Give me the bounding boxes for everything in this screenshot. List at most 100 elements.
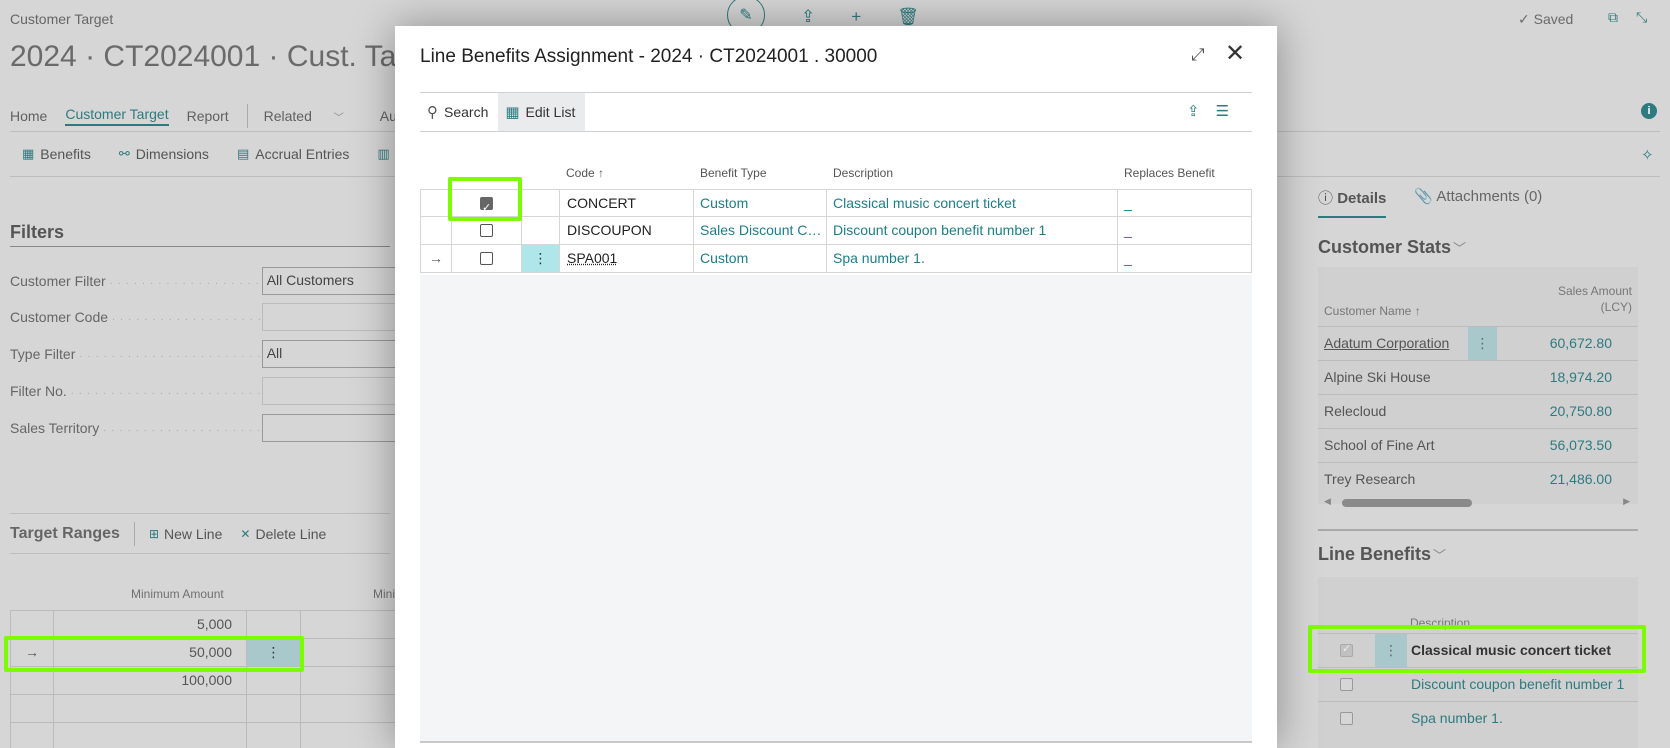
sales-amount[interactable]: 21,486.00 — [1497, 463, 1638, 496]
table-row[interactable]: School of Fine Art 56,073.50 — [1318, 428, 1638, 462]
benefit-checkbox[interactable] — [1318, 702, 1375, 735]
delete-icon[interactable]: 🗑 — [897, 7, 919, 27]
code-cell[interactable]: DISCOUPON — [560, 217, 694, 244]
benefit-type-cell[interactable]: Custom — [694, 190, 827, 216]
col-customer-name[interactable]: Customer Name ↑ — [1324, 304, 1421, 318]
row-actions[interactable] — [1375, 702, 1407, 735]
row-actions[interactable] — [1468, 361, 1497, 394]
customer-stats-heading[interactable]: Customer Stats ﹀ — [1318, 237, 1466, 258]
col-minimum-amount[interactable]: Minimum Amount — [131, 587, 224, 601]
benefit-type-cell[interactable]: Sales Discount Co... — [694, 217, 827, 244]
customer-filter-field[interactable]: All Customers — [261, 267, 400, 295]
table-row[interactable]: CONCERT Custom Classical music concert t… — [420, 189, 1252, 217]
col-code[interactable]: Code ↑ — [566, 166, 604, 180]
assign-checkbox[interactable] — [452, 245, 522, 272]
benefit-checkbox[interactable] — [1318, 668, 1375, 701]
unpin-icon[interactable]: ✧ — [1641, 146, 1654, 164]
row-actions-menu-icon[interactable]: ⋮ — [247, 639, 301, 666]
assign-checkbox[interactable] — [452, 217, 522, 244]
col-minimum-2[interactable]: Mini — [373, 587, 395, 601]
customer-name[interactable]: School of Fine Art — [1318, 429, 1468, 462]
col-sales-amount[interactable]: Sales Amount (LCY) — [1558, 283, 1632, 315]
row-actions[interactable] — [247, 723, 301, 748]
customer-name[interactable]: Alpine Ski House — [1318, 361, 1468, 394]
replaces-benefit-cell[interactable]: _ — [1118, 190, 1252, 216]
expand-icon[interactable]: ⤢ — [1191, 45, 1205, 65]
minimum-amount-cell[interactable]: 5,000 — [54, 611, 247, 638]
table-row[interactable]: → 50,000 ⋮ — [10, 639, 400, 667]
info-icon[interactable]: i — [1641, 103, 1657, 119]
table-row[interactable]: 5,000 — [10, 611, 400, 639]
row-actions-menu-icon[interactable]: ⋮ — [522, 245, 560, 272]
sales-amount[interactable]: 60,672.80 — [1497, 327, 1638, 360]
col-description[interactable]: Description — [1410, 616, 1470, 630]
search-button[interactable]: ⚲ Search — [420, 93, 498, 131]
table-row[interactable]: ⋮ Classical music concert ticket — [1318, 633, 1638, 667]
table-row[interactable]: Trey Research 21,486.00 — [1318, 462, 1638, 496]
row-actions[interactable] — [522, 190, 560, 216]
col-replaces-benefit[interactable]: Replaces Benefit — [1124, 166, 1215, 180]
dimensions-action[interactable]: ⚯ Dimensions — [119, 146, 209, 162]
table-row[interactable] — [10, 695, 400, 723]
customer-name[interactable]: Relecloud — [1318, 395, 1468, 428]
benefit-description[interactable]: Discount coupon benefit number 1 — [1407, 668, 1638, 701]
row-actions[interactable] — [1468, 395, 1497, 428]
filter-no-field[interactable] — [261, 377, 400, 405]
delete-line-button[interactable]: ✕ Delete Line — [240, 526, 326, 542]
replaces-benefit-cell[interactable]: _ — [1118, 245, 1252, 272]
row-actions[interactable] — [522, 217, 560, 244]
new-line-button[interactable]: ⊞ New Line — [149, 526, 222, 542]
row-actions[interactable] — [247, 695, 301, 722]
table-row[interactable]: DISCOUPON Sales Discount Co... Discount … — [420, 217, 1252, 245]
table-row[interactable]: Adatum Corporation ⋮ 60,672.80 — [1318, 326, 1638, 360]
tab-customer-target[interactable]: Customer Target — [65, 106, 169, 126]
tab-attachments[interactable]: 📎 Attachments (0) — [1414, 187, 1542, 218]
scroll-left-icon[interactable]: ◀ — [1324, 496, 1331, 507]
sales-amount[interactable]: 56,073.50 — [1497, 429, 1638, 462]
benefit-description[interactable]: Spa number 1. — [1407, 702, 1638, 735]
minimum-amount-cell[interactable]: 100,000 — [54, 667, 247, 694]
row-actions[interactable] — [247, 611, 301, 638]
row-actions-menu-icon[interactable]: ⋮ — [1468, 327, 1497, 360]
table-row[interactable]: Relecloud 20,750.80 — [1318, 394, 1638, 428]
type-filter-field[interactable]: All — [261, 340, 400, 368]
code-cell[interactable]: CONCERT — [560, 190, 694, 216]
description-cell[interactable]: Spa number 1. — [827, 245, 1118, 272]
tab-related[interactable]: Related ﹀ — [264, 108, 362, 124]
minimum-amount-cell[interactable]: 50,000 — [54, 639, 247, 666]
share-icon[interactable]: ⇪ — [1187, 102, 1200, 120]
edit-list-button[interactable]: ▦ Edit List — [498, 93, 586, 131]
description-cell[interactable]: Classical music concert ticket — [827, 190, 1118, 216]
benefit-checkbox[interactable] — [1318, 634, 1375, 667]
minimum-amount-cell[interactable] — [54, 695, 247, 722]
row-actions[interactable] — [1375, 668, 1407, 701]
benefit-description[interactable]: Classical music concert ticket — [1407, 634, 1638, 667]
customer-code-field[interactable] — [261, 303, 400, 331]
horizontal-scrollbar[interactable]: ◀ ▶ — [1318, 496, 1638, 510]
tab-details[interactable]: ⓘ Details — [1318, 187, 1387, 218]
benefits-action[interactable]: ▦ Benefits — [22, 146, 91, 162]
line-benefits-heading[interactable]: Line Benefits ﹀ — [1318, 544, 1446, 565]
new-icon[interactable]: + — [851, 7, 861, 27]
table-row[interactable]: → ⋮ SPA001 Custom Spa number 1. _ — [420, 245, 1252, 273]
benefit-type-cell[interactable]: Custom — [694, 245, 827, 272]
collapse-icon[interactable]: ⤡ — [1636, 9, 1647, 26]
tab-report[interactable]: Report — [187, 108, 229, 124]
open-new-window-icon[interactable]: ⧉ — [1608, 9, 1618, 26]
minimum-amount-cell[interactable] — [54, 723, 247, 748]
table-row[interactable] — [10, 723, 400, 748]
table-row[interactable]: Spa number 1. — [1318, 701, 1638, 735]
customer-name[interactable]: Trey Research — [1318, 463, 1468, 496]
tab-home[interactable]: Home — [10, 108, 47, 124]
close-icon[interactable]: ✕ — [1225, 39, 1245, 68]
row-actions[interactable] — [1468, 429, 1497, 462]
customer-name-link[interactable]: Adatum Corporation — [1318, 327, 1468, 360]
sales-amount[interactable]: 20,750.80 — [1497, 395, 1638, 428]
scrollbar-thumb[interactable] — [1342, 499, 1472, 507]
row-actions-menu-icon[interactable]: ⋮ — [1375, 634, 1407, 667]
accrual-entries-action[interactable]: ▤ Accrual Entries — [237, 146, 349, 162]
code-cell[interactable]: SPA001 — [560, 245, 694, 272]
table-row[interactable]: Discount coupon benefit number 1 — [1318, 667, 1638, 701]
table-row[interactable]: 100,000 — [10, 667, 400, 695]
col-description[interactable]: Description — [833, 166, 893, 180]
